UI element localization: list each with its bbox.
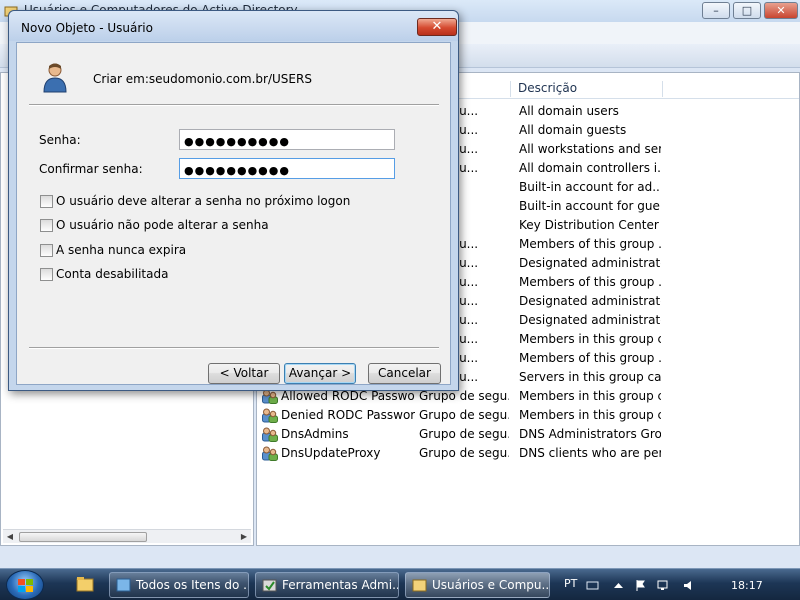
taskbar-button-admin-tools[interactable]: Ferramentas Admi... xyxy=(255,572,399,598)
dialog-title-bar[interactable]: Novo Objeto - Usuário ✕ xyxy=(9,11,458,41)
keyboard-icon[interactable] xyxy=(586,579,599,591)
explorer-pinned-button[interactable] xyxy=(66,573,104,597)
row-name: Allowed RODC Passwo... xyxy=(281,389,415,403)
close-window-button[interactable]: ✕ xyxy=(764,2,798,19)
row-description: Servers in this group can... xyxy=(519,370,661,384)
row-description: Members of this group ... xyxy=(519,351,661,365)
column-header-description[interactable]: Descrição xyxy=(513,81,663,97)
row-description: Designated administrato... xyxy=(519,256,661,270)
control-panel-icon xyxy=(116,578,131,592)
checkbox-label: O usuário não pode alterar a senha xyxy=(56,218,269,232)
list-row[interactable]: DnsUpdateProxy Grupo de segu... DNS client… xyxy=(257,444,799,463)
password-field[interactable] xyxy=(179,129,395,150)
row-description: DNS Administrators Gro... xyxy=(519,427,661,441)
row-type: Grupo de segu... xyxy=(419,389,509,403)
row-description: Designated administrato... xyxy=(519,294,661,308)
row-name: DnsAdmins xyxy=(281,427,349,441)
row-description: Members in this group c... xyxy=(519,389,661,403)
windows-logo-icon xyxy=(18,579,33,592)
dialog-close-button[interactable]: ✕ xyxy=(417,18,457,36)
taskbar-button-control-panel[interactable]: Todos os Itens do ... xyxy=(109,572,249,598)
header-separator xyxy=(29,104,439,106)
footer-separator xyxy=(29,347,439,349)
confirm-password-field[interactable] xyxy=(179,158,395,179)
row-description: Built-in account for gue... xyxy=(519,199,661,213)
cancel-button[interactable]: Cancelar xyxy=(368,363,441,384)
aduc-icon xyxy=(412,579,427,592)
row-type: Grupo de segu... xyxy=(419,408,509,422)
dialog-title: Novo Objeto - Usuário xyxy=(21,21,153,35)
confirm-password-label: Confirmar senha: xyxy=(39,162,143,176)
row-description: All domain users xyxy=(519,104,619,118)
list-row[interactable]: DnsAdmins Grupo de segu... DNS Administrat… xyxy=(257,425,799,444)
row-description: All workstations and ser... xyxy=(519,142,661,156)
scroll-thumb[interactable] xyxy=(19,532,147,542)
scroll-left-arrow-icon[interactable]: ◀ xyxy=(3,530,17,544)
language-indicator[interactable]: PT xyxy=(564,577,577,590)
create-in-text: Criar em:seudomonio.com.br/USERS xyxy=(93,72,312,86)
checkbox[interactable] xyxy=(40,195,53,208)
create-in-label: Criar em: xyxy=(93,72,149,86)
admin-tools-icon xyxy=(262,579,277,592)
network-icon[interactable] xyxy=(656,579,669,591)
row-description: All domain guests xyxy=(519,123,627,137)
taskbar-button-label: Todos os Itens do ... xyxy=(136,578,249,592)
row-description: Members of this group ... xyxy=(519,237,661,251)
flag-icon[interactable] xyxy=(634,579,647,591)
taskbar-button-label: Usuários e Compu... xyxy=(432,578,550,592)
list-row[interactable]: Denied RODC Passwor... Grupo de segu... Me… xyxy=(257,406,799,425)
row-description: Members in this group c... xyxy=(519,332,661,346)
maximize-button[interactable]: □ xyxy=(733,2,761,19)
checkbox-label: A senha nunca expira xyxy=(56,243,187,257)
checkbox-label: Conta desabilitada xyxy=(56,267,169,281)
row-description: Key Distribution Center ... xyxy=(519,218,661,232)
taskbar-button-aduc[interactable]: Usuários e Compu... xyxy=(405,572,550,598)
row-description: Built-in account for ad... xyxy=(519,180,661,194)
group-icon xyxy=(262,389,278,404)
checkbox-label: O usuário deve alterar a senha no próxim… xyxy=(56,194,351,208)
scroll-right-arrow-icon[interactable]: ▶ xyxy=(237,530,251,544)
row-description: Designated administrato... xyxy=(519,313,661,327)
checkbox[interactable] xyxy=(40,244,53,257)
create-in-path: seudomonio.com.br/USERS xyxy=(148,72,312,86)
user-icon xyxy=(43,63,67,93)
row-description: All domain controllers i... xyxy=(519,161,661,175)
group-icon xyxy=(262,427,278,442)
taskbar-button-label: Ferramentas Admi... xyxy=(282,578,399,592)
row-description: DNS clients who are per... xyxy=(519,446,661,460)
checkbox[interactable] xyxy=(40,268,53,281)
row-type: Grupo de segu... xyxy=(419,446,509,460)
group-icon xyxy=(262,446,278,461)
row-name: Denied RODC Passwor... xyxy=(281,408,415,422)
volume-icon[interactable] xyxy=(682,579,695,591)
back-button[interactable]: < Voltar xyxy=(208,363,280,384)
show-hidden-icons-icon[interactable] xyxy=(612,579,625,591)
tree-horizontal-scrollbar[interactable]: ◀ ▶ xyxy=(3,529,251,543)
password-label: Senha: xyxy=(39,133,81,147)
row-description: Members in this group c... xyxy=(519,408,661,422)
next-button[interactable]: Avançar > xyxy=(284,363,356,384)
row-type: Grupo de segu... xyxy=(419,427,509,441)
taskbar: Todos os Itens do ... Ferramentas Admi..… xyxy=(0,568,800,600)
row-name: DnsUpdateProxy xyxy=(281,446,381,460)
folder-icon xyxy=(76,577,94,592)
start-button[interactable] xyxy=(6,570,44,600)
dialog-body: Criar em:seudomonio.com.br/USERS Senha: … xyxy=(16,42,451,385)
group-icon xyxy=(262,408,278,423)
new-user-dialog: Novo Objeto - Usuário ✕ Criar em:seudomo… xyxy=(8,10,459,391)
minimize-button[interactable]: – xyxy=(702,2,730,19)
row-description: Members of this group ... xyxy=(519,275,661,289)
checkbox[interactable] xyxy=(40,219,53,232)
clock[interactable]: 18:17 xyxy=(731,579,763,592)
